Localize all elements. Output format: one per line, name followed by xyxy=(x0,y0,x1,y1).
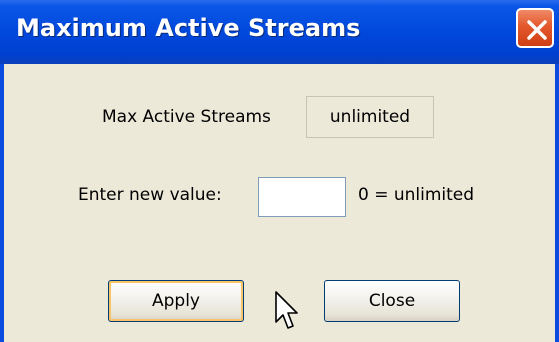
close-button-label: Close xyxy=(368,291,416,311)
window-frame-right xyxy=(555,64,559,342)
enter-new-value-label: Enter new value: xyxy=(78,185,222,205)
close-button[interactable]: Close xyxy=(324,280,460,322)
zero-unlimited-hint: 0 = unlimited xyxy=(358,185,475,205)
close-window-button[interactable] xyxy=(516,8,554,48)
max-active-streams-label: Max Active Streams xyxy=(102,107,271,127)
apply-button[interactable]: Apply xyxy=(108,280,244,322)
dialog-window: Maximum Active Streams Max Active Stream… xyxy=(0,0,559,342)
new-value-input[interactable] xyxy=(258,177,346,217)
window-title: Maximum Active Streams xyxy=(16,14,361,42)
apply-button-label: Apply xyxy=(152,291,200,311)
window-frame-left xyxy=(0,64,4,342)
mouse-pointer-icon xyxy=(275,291,298,329)
title-bar[interactable]: Maximum Active Streams xyxy=(0,0,559,64)
max-active-streams-value: unlimited xyxy=(306,96,434,138)
close-icon xyxy=(527,20,547,40)
